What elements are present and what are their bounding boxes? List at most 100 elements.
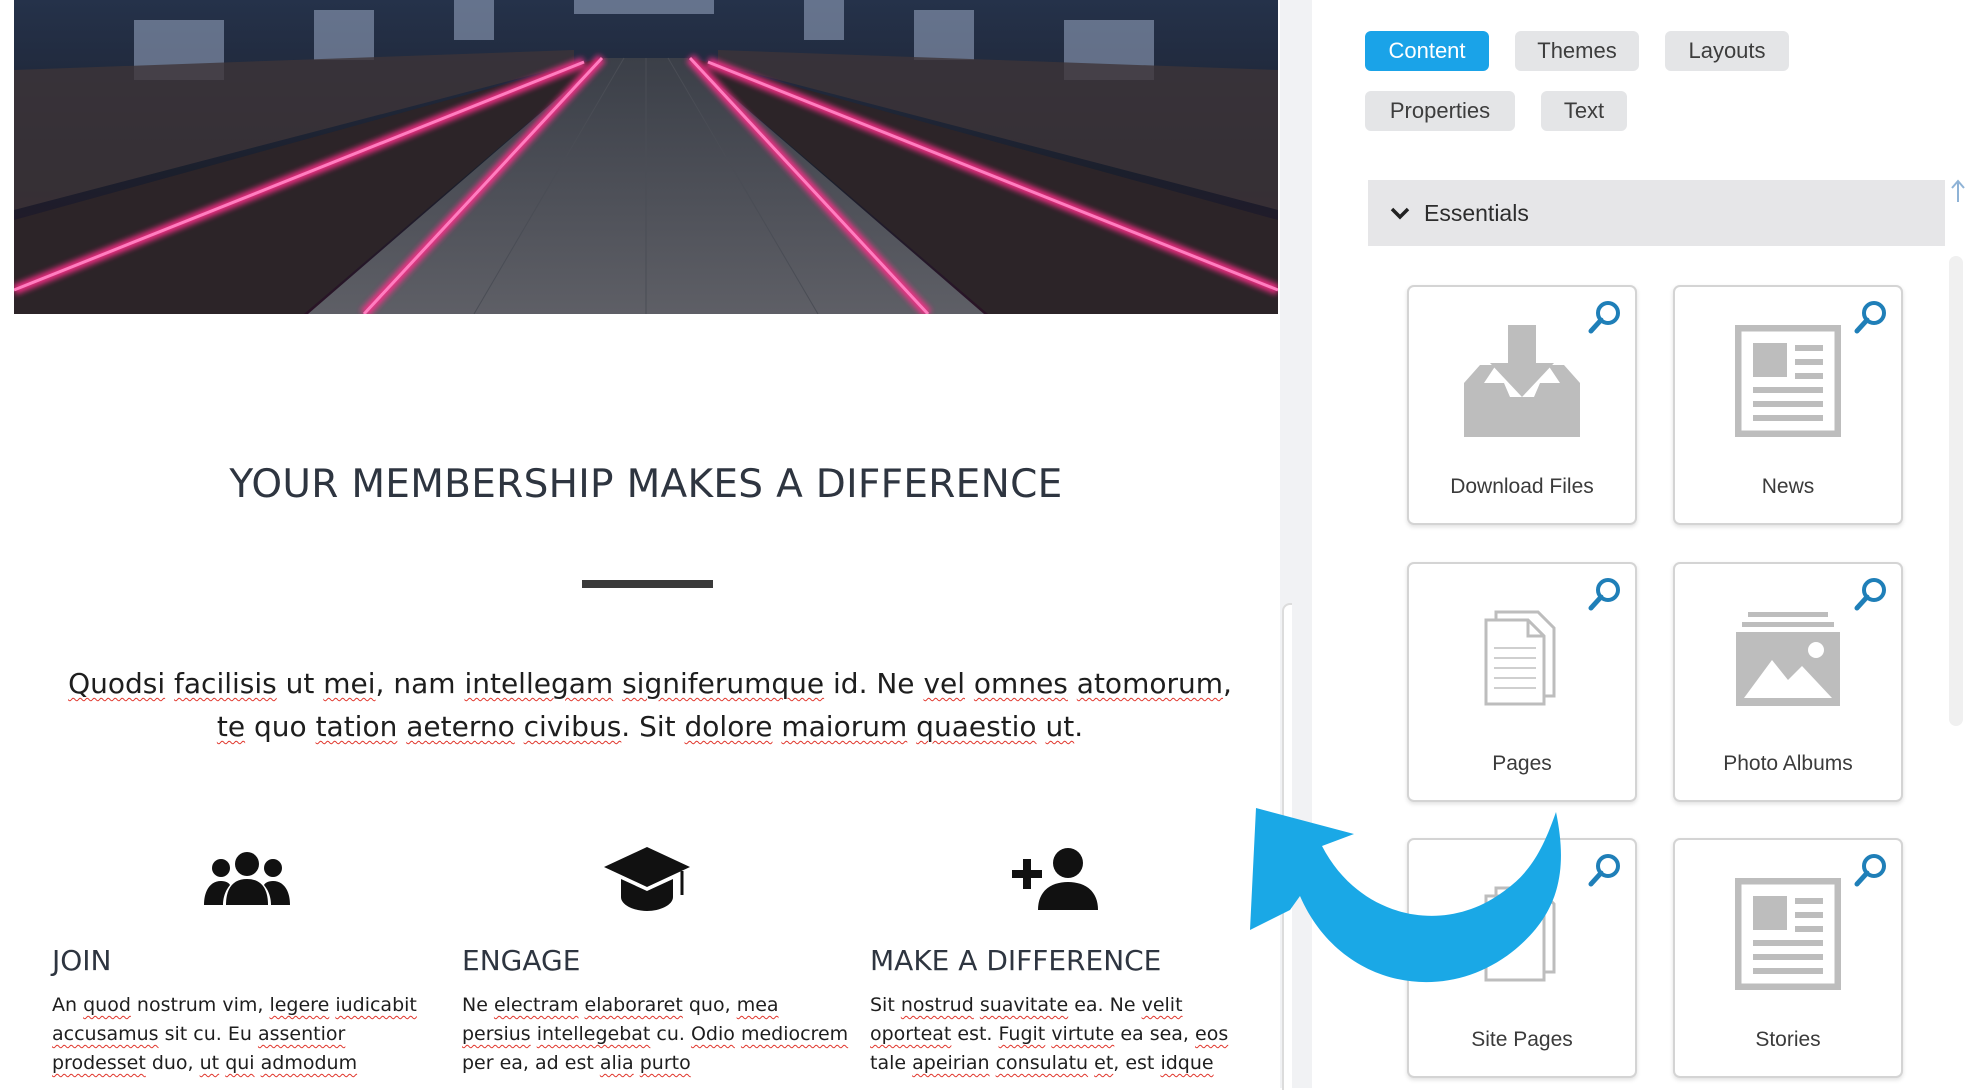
widget-card-site-pages[interactable]: Site Pages bbox=[1407, 838, 1637, 1078]
misspelled-word: idque bbox=[1160, 1052, 1214, 1074]
widget-card-pages[interactable]: Pages bbox=[1407, 562, 1637, 802]
misspelled-word: signiferumque bbox=[622, 667, 825, 700]
feature-title: JOIN bbox=[52, 944, 112, 977]
page-preview: YOUR MEMBERSHIP MAKES A DIFFERENCE Quods… bbox=[0, 0, 1280, 1088]
widget-card-news[interactable]: News bbox=[1673, 285, 1903, 525]
text-segment: , nam bbox=[375, 667, 465, 700]
misspelled-word: electram bbox=[493, 994, 579, 1016]
misspelled-word: legere bbox=[269, 994, 330, 1016]
text-segment: sit cu. Eu bbox=[158, 1023, 258, 1045]
misspelled-word: aeterno bbox=[406, 710, 515, 743]
misspelled-word: et bbox=[1094, 1052, 1114, 1074]
text-segment: Sit bbox=[870, 994, 901, 1016]
headline-divider bbox=[582, 580, 713, 588]
essentials-section-header[interactable]: Essentials bbox=[1368, 180, 1945, 246]
text-segment bbox=[613, 667, 622, 700]
feature-column-make-a-difference[interactable]: MAKE A DIFFERENCE Sit nostrud suavitate … bbox=[870, 838, 1260, 1086]
add-person-icon bbox=[870, 838, 1260, 920]
misspelled-word: atomorum bbox=[1076, 667, 1224, 700]
tab-content[interactable]: Content bbox=[1365, 31, 1489, 71]
feature-text: Ne electram elaboraret quo, mea persius … bbox=[462, 991, 852, 1086]
text-segment: ut bbox=[276, 667, 324, 700]
tab-text[interactable]: Text bbox=[1541, 91, 1627, 131]
card-label: Download Files bbox=[1450, 475, 1594, 498]
text-segment: quo, bbox=[682, 994, 737, 1016]
page-headline[interactable]: YOUR MEMBERSHIP MAKES A DIFFERENCE bbox=[14, 462, 1278, 507]
text-segment: duo, bbox=[145, 1052, 200, 1074]
misspelled-word: purto bbox=[639, 1052, 691, 1074]
misspelled-word: quaestio bbox=[916, 710, 1037, 743]
misspelled-word: ut bbox=[199, 1052, 220, 1074]
misspelled-word: Odio bbox=[690, 1023, 735, 1045]
newspaper-icon bbox=[1675, 874, 1901, 994]
text-segment: nostrum vim, bbox=[130, 994, 270, 1016]
misspelled-word: intellegebat bbox=[536, 1023, 651, 1045]
misspelled-word: te bbox=[216, 710, 246, 743]
section-label: Essentials bbox=[1424, 199, 1529, 226]
misspelled-word: qui bbox=[225, 1052, 255, 1074]
chevron-down-icon bbox=[1390, 206, 1410, 220]
card-label: News bbox=[1761, 475, 1815, 498]
text-segment bbox=[965, 667, 974, 700]
misspelled-word: omnes bbox=[973, 667, 1068, 700]
text-segment: , bbox=[1223, 667, 1232, 700]
pages-icon bbox=[1409, 874, 1635, 994]
misspelled-word: assentior bbox=[257, 1023, 346, 1045]
misspelled-word: facilisis bbox=[174, 667, 277, 700]
card-label: Photo Albums bbox=[1723, 752, 1853, 775]
misspelled-word: mediocrem bbox=[740, 1023, 849, 1045]
feature-title: ENGAGE bbox=[462, 944, 581, 977]
misspelled-word: mei bbox=[323, 667, 376, 700]
hero-image[interactable] bbox=[14, 0, 1278, 314]
text-segment: per ea, ad est bbox=[462, 1052, 600, 1074]
misspelled-word: velit bbox=[1141, 994, 1183, 1016]
text-segment bbox=[1068, 667, 1077, 700]
feature-text: An quod nostrum vim, legere iudicabit ac… bbox=[52, 991, 442, 1086]
misspelled-word: eos bbox=[1195, 1023, 1229, 1045]
download-tray-icon bbox=[1409, 321, 1635, 441]
misspelled-word: Quodsi bbox=[68, 667, 166, 700]
misspelled-word: apeirian bbox=[912, 1052, 990, 1074]
misspelled-word: virtute bbox=[1051, 1023, 1115, 1045]
text-segment: . bbox=[1074, 710, 1084, 743]
card-label: Stories bbox=[1755, 1028, 1821, 1051]
feature-title: MAKE A DIFFERENCE bbox=[870, 944, 1162, 977]
newspaper-icon bbox=[1675, 321, 1901, 441]
text-segment: ea sea, bbox=[1114, 1023, 1196, 1045]
misspelled-word: dolore bbox=[684, 710, 773, 743]
text-segment: quo bbox=[245, 710, 316, 743]
tab-properties[interactable]: Properties bbox=[1365, 91, 1515, 131]
tab-layouts[interactable]: Layouts bbox=[1665, 31, 1789, 71]
feature-column-join[interactable]: JOIN An quod nostrum vim, legere iudicab… bbox=[52, 838, 442, 1086]
feature-column-engage[interactable]: ENGAGE Ne electram elaboraret quo, mea p… bbox=[462, 838, 852, 1086]
text-segment: , est bbox=[1113, 1052, 1161, 1074]
misspelled-word: vel bbox=[923, 667, 966, 700]
misspelled-word: admodum bbox=[260, 1052, 358, 1074]
text-segment: tale bbox=[870, 1052, 913, 1074]
graduation-cap-icon bbox=[462, 838, 852, 920]
misspelled-word: tation bbox=[315, 710, 398, 743]
text-segment bbox=[397, 710, 406, 743]
text-segment: id. Ne bbox=[824, 667, 924, 700]
intro-paragraph[interactable]: Quodsi facilisis ut mei, nam intellegam … bbox=[55, 662, 1245, 748]
widget-card-stories[interactable]: Stories bbox=[1673, 838, 1903, 1078]
tab-themes[interactable]: Themes bbox=[1515, 31, 1639, 71]
misspelled-word: ut bbox=[1045, 710, 1075, 743]
misspelled-word: oporteat bbox=[870, 1023, 952, 1045]
panel-scrollbar[interactable] bbox=[1949, 256, 1963, 726]
text-segment: est. bbox=[951, 1023, 999, 1045]
widget-card-photo-albums[interactable]: Photo Albums bbox=[1673, 562, 1903, 802]
text-segment: An bbox=[52, 994, 84, 1016]
scroll-up-arrow-icon[interactable] bbox=[1950, 178, 1966, 204]
text-segment: . Sit bbox=[621, 710, 685, 743]
misspelled-word: prodesset bbox=[52, 1052, 146, 1074]
misspelled-word: civibus bbox=[523, 710, 622, 743]
feature-text: Sit nostrud suavitate ea. Ne velit oport… bbox=[870, 991, 1260, 1086]
misspelled-word: consulatu bbox=[995, 1052, 1089, 1074]
group-icon bbox=[52, 838, 442, 920]
misspelled-word: mea bbox=[736, 994, 779, 1016]
misspelled-word: accusamus bbox=[52, 1023, 159, 1045]
misspelled-word: suavitate bbox=[979, 994, 1069, 1016]
misspelled-word: nostrud bbox=[900, 994, 974, 1016]
widget-card-download-files[interactable]: Download Files bbox=[1407, 285, 1637, 525]
